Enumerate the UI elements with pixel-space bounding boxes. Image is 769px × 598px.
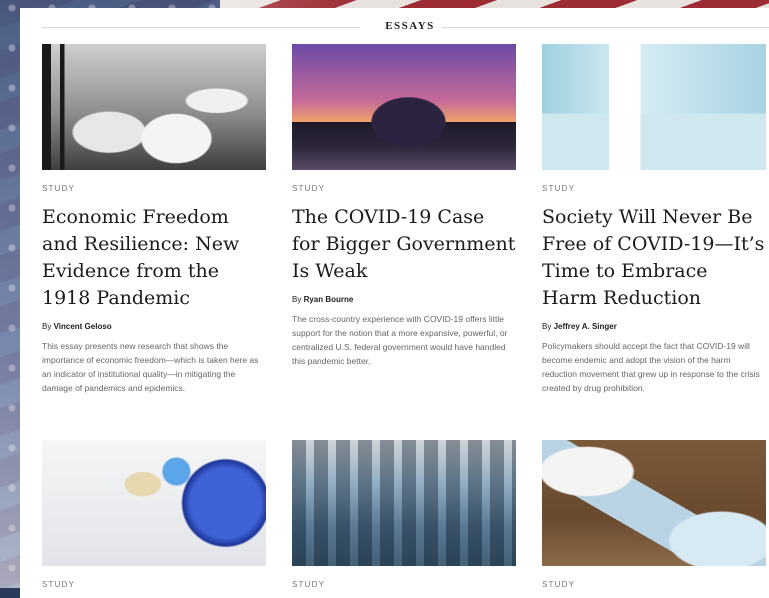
- card-eyebrow: STUDY: [292, 184, 326, 193]
- byline-prefix: By: [292, 295, 302, 304]
- essay-card-1[interactable]: STUDY Economic Freedom and Resilience: N…: [42, 44, 266, 395]
- card-title-link[interactable]: The COVID-19 Case for Bigger Government …: [292, 204, 516, 285]
- essay-card-3[interactable]: STUDY Society Will Never Be Free of COVI…: [542, 44, 766, 395]
- card-title-link[interactable]: Economic Freedom and Resilience: New Evi…: [42, 204, 266, 312]
- essay-card-6[interactable]: STUDY: [542, 440, 766, 589]
- essay-thumbnail-vials-globe[interactable]: [42, 440, 266, 566]
- card-byline: By Jeffrey A. Singer: [542, 322, 766, 331]
- byline-prefix: By: [42, 322, 52, 331]
- essay-thumbnail-city-coins[interactable]: [292, 440, 516, 566]
- essay-card-2[interactable]: STUDY The COVID-19 Case for Bigger Gover…: [292, 44, 516, 368]
- section-title: ESSAYS: [385, 20, 435, 32]
- author-link[interactable]: Jeffrey A. Singer: [554, 322, 617, 331]
- essay-thumbnail-capitol[interactable]: [292, 44, 516, 170]
- essay-thumbnail-masks-sanitizer[interactable]: [542, 440, 766, 566]
- author-link[interactable]: Vincent Geloso: [54, 322, 112, 331]
- card-summary: This essay presents new research that sh…: [42, 341, 259, 393]
- byline-prefix: By: [542, 322, 552, 331]
- card-summary: Policymakers should accept the fact that…: [542, 341, 760, 393]
- section-header: ESSAYS: [42, 20, 769, 34]
- card-eyebrow: STUDY: [542, 184, 576, 193]
- header-rule-right: [442, 27, 769, 28]
- author-link[interactable]: Ryan Bourne: [304, 295, 354, 304]
- essay-card-4[interactable]: STUDY: [42, 440, 266, 589]
- card-byline: By Vincent Geloso: [42, 322, 266, 331]
- essay-thumbnail-1918-hospital[interactable]: [42, 44, 266, 170]
- header-rule-left: [42, 27, 360, 28]
- essay-card-5[interactable]: STUDY: [292, 440, 516, 589]
- card-byline: By Ryan Bourne: [292, 295, 516, 304]
- card-title-link[interactable]: Society Will Never Be Free of COVID-19—I…: [542, 204, 766, 312]
- essay-thumbnail-vaccine-vial[interactable]: [542, 44, 766, 170]
- card-summary: The cross-country experience with COVID-…: [292, 314, 508, 366]
- card-eyebrow: STUDY: [42, 184, 76, 193]
- essays-panel: ESSAYS STUDY Economic Freedom and Resili…: [20, 8, 769, 598]
